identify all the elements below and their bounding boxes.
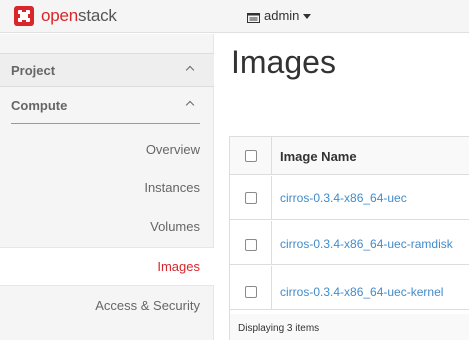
- table-header: Image Name: [230, 137, 469, 175]
- section-divider: [11, 123, 200, 124]
- image-name-link[interactable]: cirros-0.3.4-x86_64-uec: [280, 191, 407, 205]
- column-header-image-name[interactable]: Image Name: [280, 149, 357, 164]
- user-menu-dropdown[interactable]: admin: [247, 8, 312, 23]
- image-name-link[interactable]: cirros-0.3.4-x86_64-uec-kernel: [280, 285, 443, 299]
- row-select-cell: [230, 176, 272, 219]
- user-name: admin: [264, 8, 300, 23]
- chevron-up-icon: [185, 65, 195, 75]
- images-table: Image Name cirros-0.3.4-x86_64-uec cirro…: [229, 136, 469, 340]
- select-all-cell: [230, 137, 272, 174]
- chevron-up-icon: [185, 100, 195, 110]
- brand-name: openstack: [41, 6, 117, 25]
- openstack-logo-icon: [14, 6, 34, 26]
- row-checkbox[interactable]: [245, 239, 257, 251]
- sidebar-section-project[interactable]: Project: [0, 53, 214, 87]
- row-select-cell: [230, 266, 272, 309]
- caret-down-icon: [303, 13, 312, 19]
- sidebar-section-label: Project: [11, 63, 56, 78]
- sidebar-item-overview[interactable]: Overview: [0, 131, 214, 170]
- sidebar-item-access-security[interactable]: Access & Security: [0, 287, 214, 326]
- table-row: cirros-0.3.4-x86_64-uec: [230, 176, 469, 220]
- row-select-cell: [230, 221, 272, 264]
- item-count-text: Displaying 3 items: [238, 323, 320, 334]
- sidebar: Project Compute Overview Instances Volum…: [0, 34, 214, 340]
- select-all-checkbox[interactable]: [245, 150, 257, 162]
- openstack-logo[interactable]: openstack: [14, 5, 117, 27]
- sidebar-section-compute[interactable]: Compute: [0, 89, 214, 123]
- sidebar-item-images[interactable]: Images: [0, 247, 214, 286]
- sidebar-section-label: Compute: [11, 98, 68, 113]
- image-name-link[interactable]: cirros-0.3.4-x86_64-uec-ramdisk: [280, 237, 453, 251]
- user-card-icon: [247, 11, 260, 23]
- row-checkbox[interactable]: [245, 192, 257, 204]
- sidebar-item-instances[interactable]: Instances: [0, 169, 214, 208]
- top-navbar: openstack admin: [0, 0, 469, 33]
- page-title: Images: [231, 44, 336, 80]
- table-row: cirros-0.3.4-x86_64-uec-kernel: [230, 266, 469, 310]
- table-footer: Displaying 3 items: [230, 314, 469, 340]
- table-row: cirros-0.3.4-x86_64-uec-ramdisk: [230, 221, 469, 265]
- row-checkbox[interactable]: [245, 286, 257, 298]
- sidebar-item-volumes[interactable]: Volumes: [0, 208, 214, 247]
